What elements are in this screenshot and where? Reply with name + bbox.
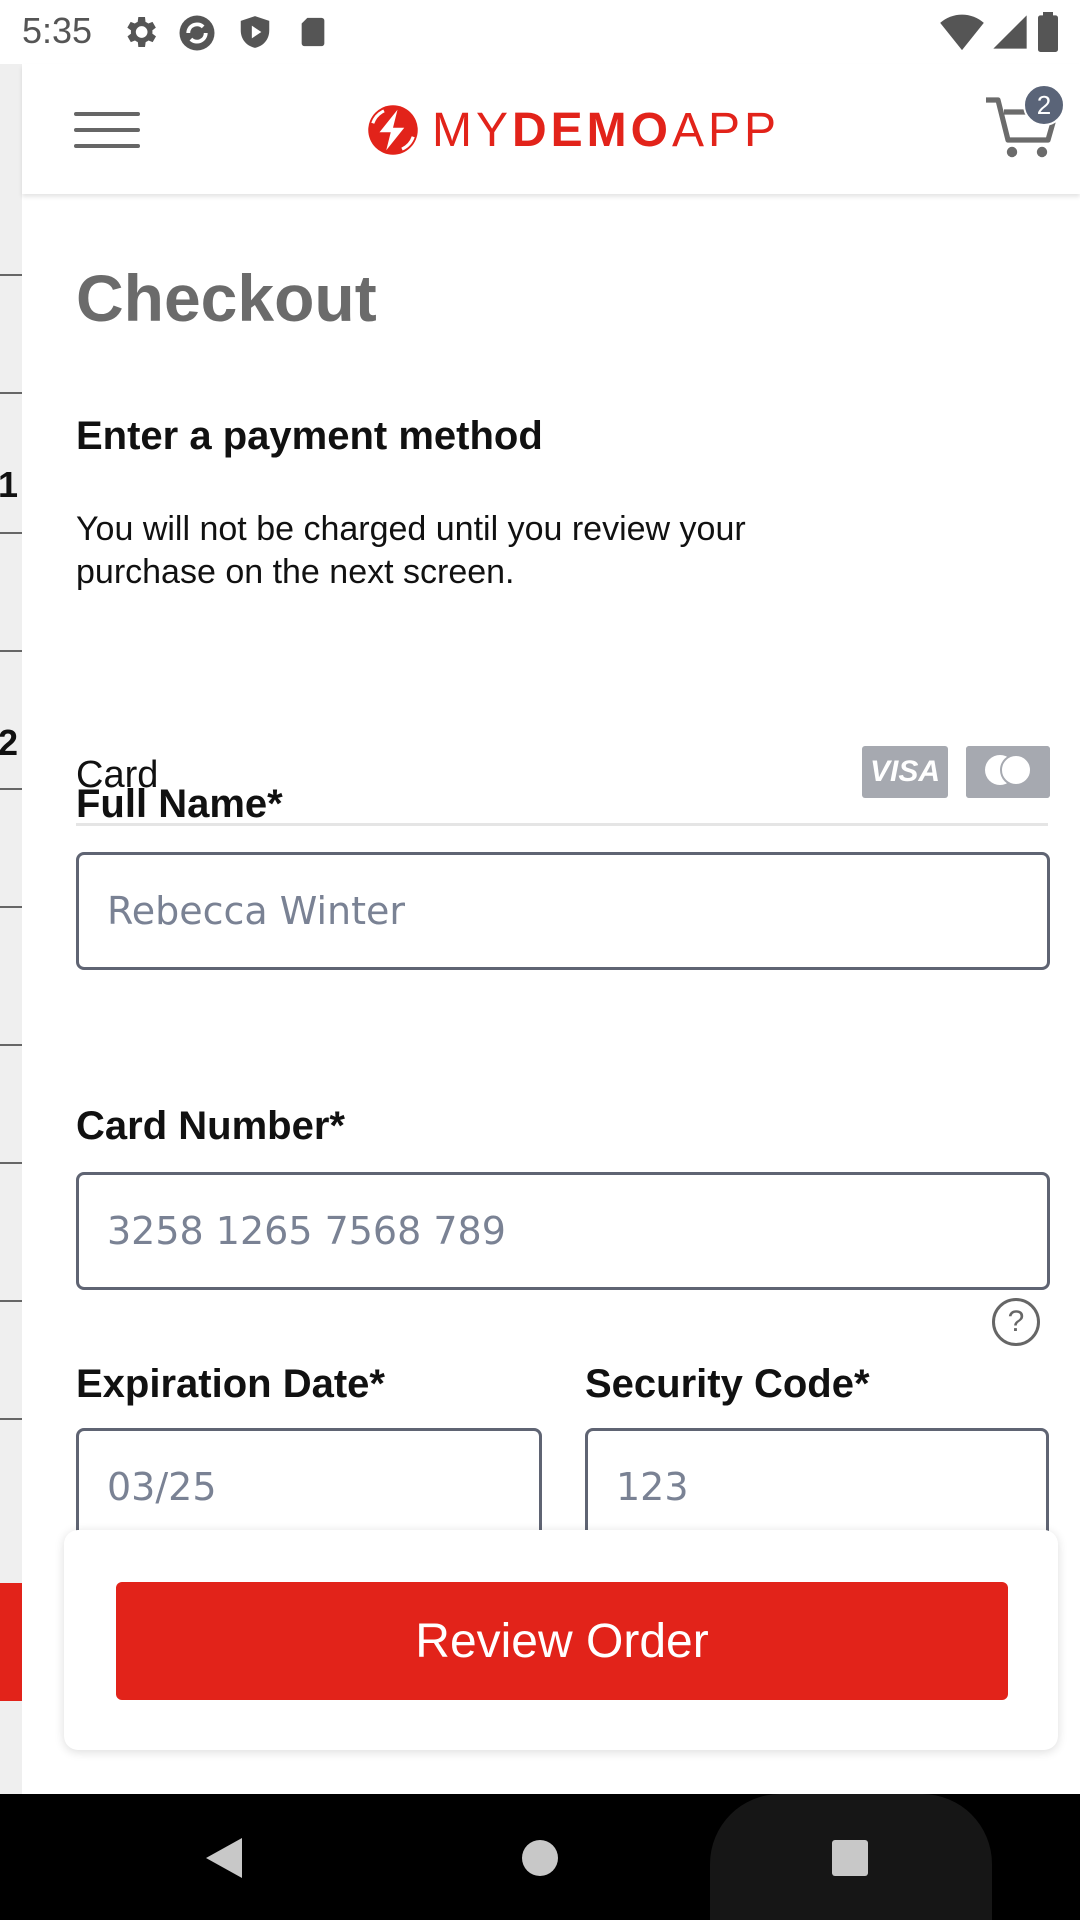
logo-text-demo: DEMO bbox=[512, 103, 672, 157]
divider bbox=[0, 788, 22, 790]
logo-text-my: MY bbox=[432, 103, 512, 157]
background-button bbox=[0, 1583, 22, 1701]
background-text: 1 bbox=[0, 464, 19, 505]
logo-bolt-icon bbox=[368, 105, 418, 155]
divider bbox=[0, 650, 22, 652]
security-code-label: Security Code* bbox=[585, 1362, 870, 1406]
settings-icon bbox=[127, 17, 156, 47]
sync-icon bbox=[179, 15, 215, 51]
app-logo: MYDEMOAPP bbox=[366, 100, 780, 160]
status-bar: 5:35 bbox=[0, 0, 1080, 64]
divider bbox=[0, 392, 22, 394]
mastercard-icon bbox=[966, 746, 1050, 798]
home-icon[interactable] bbox=[520, 1838, 560, 1878]
battery-icon bbox=[1038, 12, 1058, 52]
menu-line bbox=[74, 144, 140, 148]
card-number-input[interactable] bbox=[76, 1172, 1050, 1290]
menu-line bbox=[74, 128, 140, 132]
sd-card-icon bbox=[301, 17, 325, 47]
divider bbox=[0, 1418, 22, 1420]
background-text: 2 bbox=[0, 722, 19, 763]
page-title: Checkout bbox=[76, 261, 377, 335]
checkout-screen: MYDEMOAPP 2 Checkout Enter a payment met… bbox=[22, 64, 1080, 1794]
full-name-label: Full Name* bbox=[76, 782, 283, 826]
help-icon[interactable]: ? bbox=[992, 1298, 1040, 1346]
recents-icon[interactable] bbox=[830, 1838, 870, 1878]
wifi-icon bbox=[940, 14, 984, 51]
divider bbox=[0, 1162, 22, 1164]
divider bbox=[0, 1044, 22, 1046]
visa-icon: VISA bbox=[862, 746, 948, 798]
app-header: MYDEMOAPP 2 bbox=[22, 64, 1080, 194]
divider bbox=[0, 274, 22, 276]
full-name-input[interactable] bbox=[76, 852, 1050, 970]
cart-count-badge: 2 bbox=[1023, 84, 1065, 126]
divider bbox=[0, 532, 22, 534]
background-screen-edge: 1 2 bbox=[0, 64, 22, 1794]
back-icon[interactable] bbox=[202, 1834, 246, 1882]
hamburger-menu-button[interactable] bbox=[74, 104, 140, 154]
security-code-input[interactable] bbox=[585, 1428, 1049, 1546]
logo-text: MYDEMOAPP bbox=[432, 103, 780, 158]
status-time: 5:35 bbox=[22, 10, 93, 51]
section-title: Enter a payment method bbox=[76, 414, 543, 458]
menu-line bbox=[74, 112, 140, 116]
review-order-button[interactable]: Review Order bbox=[116, 1582, 1008, 1700]
divider bbox=[0, 1300, 22, 1302]
logo-text-app: APP bbox=[672, 103, 781, 157]
divider bbox=[0, 906, 22, 908]
card-number-label: Card Number* bbox=[76, 1104, 345, 1148]
checkout-footer: Review Order bbox=[64, 1530, 1058, 1750]
expiration-date-label: Expiration Date* bbox=[76, 1362, 385, 1406]
navigation-bar bbox=[0, 1794, 1080, 1920]
shield-play-icon bbox=[240, 16, 270, 48]
expiration-date-input[interactable] bbox=[76, 1428, 542, 1546]
section-description: You will not be charged until you review… bbox=[76, 510, 746, 591]
signal-icon bbox=[993, 15, 1027, 49]
